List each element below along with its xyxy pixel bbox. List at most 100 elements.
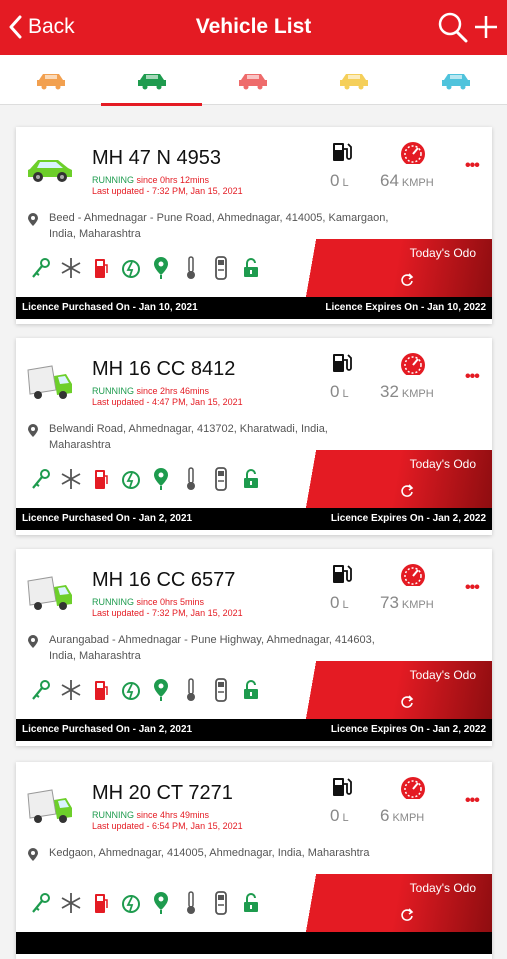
gps-pin-icon (146, 466, 176, 492)
speed-unit: KMPH (401, 599, 434, 611)
refresh-button[interactable] (400, 484, 414, 503)
speed-value: 6 (380, 806, 390, 825)
speed-unit: KMPH (392, 812, 425, 824)
door-icon (206, 466, 236, 492)
vehicle-card[interactable]: MH 16 CC 6577 RUNNING since 0hrs 5mins L… (16, 549, 492, 746)
gps-pin-icon (146, 677, 176, 703)
vehicle-card[interactable]: MH 20 CT 7271 RUNNING since 4hrs 49mins … (16, 762, 492, 959)
last-updated: Last updated - 7:32 PM, Jan 15, 2021 (92, 186, 243, 196)
door-icon (206, 255, 236, 281)
vehicle-plate: MH 16 CC 6577 (92, 569, 236, 591)
vehicle-address: Kedgaon, Ahmednagar, 414005, Ahmednagar,… (49, 847, 370, 859)
fuel-value: 0 (330, 171, 340, 190)
fuel-reading: 0L (330, 593, 349, 613)
odo-label: Today's Odo (409, 457, 476, 471)
gps-pin-icon (146, 890, 176, 916)
refresh-button[interactable] (400, 273, 414, 292)
add-vehicle-button[interactable] (474, 14, 498, 45)
fuel-pump-icon (331, 352, 353, 379)
tab-filter-5[interactable] (404, 55, 507, 105)
fuel-icon (86, 890, 116, 916)
odo-label: Today's Odo (409, 881, 476, 895)
tab-filter-3[interactable] (202, 55, 303, 105)
vehicle-plate: MH 47 N 4953 (92, 147, 221, 169)
fuel-pump-icon (331, 776, 353, 803)
tab-filter-4[interactable] (303, 55, 404, 105)
gps-pin-icon (146, 255, 176, 281)
car-icon (238, 74, 267, 90)
status-icon-row (26, 255, 266, 281)
location-pin-icon (28, 635, 38, 653)
vehicle-filter-tabs (0, 55, 507, 106)
running-status: RUNNING (92, 810, 134, 820)
odo-label: Today's Odo (409, 246, 476, 260)
temperature-icon (176, 466, 206, 492)
vehicle-status: RUNNING since 4hrs 49mins Last updated -… (92, 810, 243, 832)
location-pin-icon (28, 848, 38, 866)
vehicle-card[interactable]: MH 16 CC 8412 RUNNING since 2hrs 46mins … (16, 338, 492, 535)
licence-expires: Licence Expires On - Jan 10, 2022 (325, 302, 486, 313)
app-header: Back Vehicle List (0, 0, 507, 55)
power-icon (116, 890, 146, 916)
truck-image-icon (27, 365, 72, 399)
vehicle-status: RUNNING since 2hrs 46mins Last updated -… (92, 386, 243, 408)
door-icon (206, 890, 236, 916)
fuel-icon (86, 255, 116, 281)
fuel-icon (86, 677, 116, 703)
car-icon (339, 74, 368, 90)
speed-reading: 32 KMPH (380, 382, 434, 402)
temperature-icon (176, 255, 206, 281)
running-since: since 2hrs 46mins (134, 386, 210, 396)
power-icon (116, 466, 146, 492)
truck-image-icon (27, 576, 72, 610)
lock-icon (236, 677, 266, 703)
licence-purchased: Licence Purchased On - Jan 2, 2021 (22, 724, 193, 735)
truck-image-icon (27, 789, 72, 823)
search-button[interactable] (438, 11, 468, 48)
lock-icon (236, 890, 266, 916)
licence-expires: Licence Expires On - Jan 2, 2022 (330, 724, 486, 735)
search-icon (438, 12, 468, 43)
car-icon (441, 74, 470, 90)
more-options-button[interactable]: ••• (465, 368, 480, 386)
speed-reading: 6 KMPH (380, 806, 424, 826)
refresh-button[interactable] (400, 908, 414, 927)
ac-snowflake-icon (56, 890, 86, 916)
licence-expires: Licence Expires On - Jan 2, 2022 (330, 513, 486, 524)
fuel-pump-icon (331, 141, 353, 168)
last-updated: Last updated - 6:54 PM, Jan 15, 2021 (92, 821, 243, 831)
fuel-reading: 0L (330, 171, 349, 191)
running-since: since 0hrs 12mins (134, 175, 210, 185)
todays-odo-panel: Today's Odo (278, 450, 492, 508)
vehicle-address: Aurangabad - Ahmednagar - Pune Highway, … (49, 634, 375, 662)
more-options-button[interactable]: ••• (465, 792, 480, 810)
fuel-value: 0 (330, 806, 340, 825)
tab-filter-2[interactable] (101, 55, 202, 106)
refresh-button[interactable] (400, 695, 414, 714)
vehicle-status: RUNNING since 0hrs 12mins Last updated -… (92, 175, 243, 197)
speed-unit: KMPH (401, 177, 434, 189)
power-icon (116, 677, 146, 703)
key-icon (26, 890, 56, 916)
vehicle-address: Belwandi Road, Ahmednagar, 413702, Khara… (49, 423, 328, 451)
status-icon-row (26, 677, 266, 703)
more-options-button[interactable]: ••• (465, 579, 480, 597)
status-icon-row (26, 466, 266, 492)
speed-value: 64 (380, 171, 399, 190)
speed-reading: 73 KMPH (380, 593, 434, 613)
licence-bar: Licence Purchased On - Jan 10, 2021 Lice… (16, 297, 492, 319)
todays-odo-panel: Today's Odo (278, 239, 492, 297)
running-status: RUNNING (92, 175, 134, 185)
tab-filter-1[interactable] (0, 55, 101, 105)
speedometer-icon (399, 562, 427, 591)
door-icon (206, 677, 236, 703)
vehicle-card[interactable]: MH 47 N 4953 RUNNING since 0hrs 12mins L… (16, 127, 492, 324)
car-icon (137, 74, 166, 90)
more-options-button[interactable]: ••• (465, 157, 480, 175)
key-icon (26, 677, 56, 703)
fuel-pump-icon (331, 563, 353, 590)
speed-unit: KMPH (401, 388, 434, 400)
fuel-reading: 0L (330, 806, 349, 826)
running-status: RUNNING (92, 597, 134, 607)
ac-snowflake-icon (56, 466, 86, 492)
